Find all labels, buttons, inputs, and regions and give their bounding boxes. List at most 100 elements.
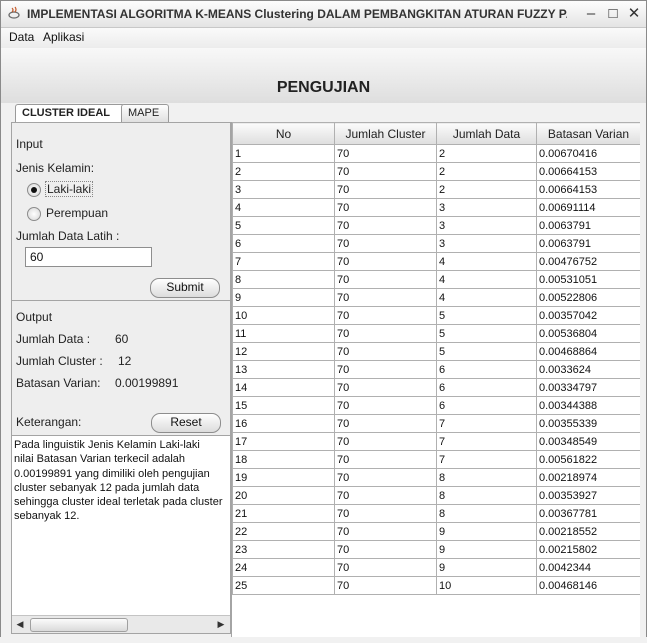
table-cell[interactable]: 16: [232, 414, 335, 433]
table-cell[interactable]: 0.00355339: [536, 414, 640, 433]
table-row[interactable]: 2 70 2 0.00664153: [232, 162, 640, 181]
table-cell[interactable]: 25: [232, 576, 335, 595]
table-row[interactable]: 5 70 3 0.0063791: [232, 216, 640, 235]
table-cell[interactable]: 0.0042344: [536, 558, 640, 577]
radio-laki-laki-label[interactable]: Laki-laki: [44, 181, 94, 197]
table-cell[interactable]: 0.00334797: [536, 378, 640, 397]
table-cell[interactable]: 2: [436, 162, 537, 181]
column-header-no[interactable]: No: [232, 122, 335, 145]
table-cell[interactable]: 70: [334, 576, 437, 595]
table-row[interactable]: 24 70 9 0.0042344: [232, 558, 640, 577]
table-cell[interactable]: 70: [334, 468, 437, 487]
table-cell[interactable]: 70: [334, 540, 437, 559]
table-cell[interactable]: 5: [436, 324, 537, 343]
table-cell[interactable]: 23: [232, 540, 335, 559]
training-data-input[interactable]: 60: [25, 247, 152, 267]
table-cell[interactable]: 8: [232, 270, 335, 289]
table-cell[interactable]: 70: [334, 558, 437, 577]
table-cell[interactable]: 0.00367781: [536, 504, 640, 523]
table-cell[interactable]: 4: [436, 252, 537, 271]
scroll-right-icon[interactable]: ▶: [214, 616, 228, 633]
table-cell[interactable]: 10: [436, 576, 537, 595]
table-cell[interactable]: 70: [334, 270, 437, 289]
table-row[interactable]: 19 70 8 0.00218974: [232, 468, 640, 487]
table-cell[interactable]: 8: [436, 504, 537, 523]
table-cell[interactable]: 5: [232, 216, 335, 235]
table-cell[interactable]: 0.00348549: [536, 432, 640, 451]
table-cell[interactable]: 9: [436, 540, 537, 559]
table-cell[interactable]: 14: [232, 378, 335, 397]
table-cell[interactable]: 0.00468864: [536, 342, 640, 361]
table-row[interactable]: 17 70 7 0.00348549: [232, 432, 640, 451]
table-cell[interactable]: 9: [436, 522, 537, 541]
table-cell[interactable]: 0.0063791: [536, 234, 640, 253]
table-cell[interactable]: 7: [232, 252, 335, 271]
table-cell[interactable]: 22: [232, 522, 335, 541]
column-header-jumlah-data[interactable]: Jumlah Data: [436, 122, 537, 145]
table-cell[interactable]: 0.00218552: [536, 522, 640, 541]
table-cell[interactable]: 20: [232, 486, 335, 505]
tab-cluster-ideal[interactable]: CLUSTER IDEAL: [15, 104, 125, 123]
table-row[interactable]: 21 70 8 0.00367781: [232, 504, 640, 523]
table-row[interactable]: 23 70 9 0.00215802: [232, 540, 640, 559]
table-cell[interactable]: 2: [436, 144, 537, 163]
keterangan-textarea[interactable]: Pada linguistik Jenis Kelamin Laki-laki …: [12, 435, 230, 616]
table-cell[interactable]: 7: [436, 432, 537, 451]
table-cell[interactable]: 4: [436, 288, 537, 307]
table-cell[interactable]: 0.00664153: [536, 180, 640, 199]
table-row[interactable]: 9 70 4 0.00522806: [232, 288, 640, 307]
table-cell[interactable]: 6: [436, 360, 537, 379]
table-cell[interactable]: 7: [436, 450, 537, 469]
table-cell[interactable]: 0.00531051: [536, 270, 640, 289]
table-row[interactable]: 4 70 3 0.00691114: [232, 198, 640, 217]
table-cell[interactable]: 6: [436, 396, 537, 415]
table-cell[interactable]: 17: [232, 432, 335, 451]
table-cell[interactable]: 70: [334, 288, 437, 307]
table-row[interactable]: 13 70 6 0.0033624: [232, 360, 640, 379]
table-cell[interactable]: 70: [334, 198, 437, 217]
table-cell[interactable]: 6: [436, 378, 537, 397]
table-cell[interactable]: 0.00468146: [536, 576, 640, 595]
table-cell[interactable]: 0.00664153: [536, 162, 640, 181]
table-cell[interactable]: 2: [436, 180, 537, 199]
table-cell[interactable]: 3: [232, 180, 335, 199]
table-cell[interactable]: 70: [334, 216, 437, 235]
table-cell[interactable]: 70: [334, 450, 437, 469]
table-cell[interactable]: 0.00522806: [536, 288, 640, 307]
column-header-batasan-varian[interactable]: Batasan Varian: [536, 122, 640, 145]
table-row[interactable]: 18 70 7 0.00561822: [232, 450, 640, 469]
table-cell[interactable]: 70: [334, 162, 437, 181]
table-cell[interactable]: 0.0063791: [536, 216, 640, 235]
table-cell[interactable]: 0.00215802: [536, 540, 640, 559]
table-cell[interactable]: 0.00476752: [536, 252, 640, 271]
table-cell[interactable]: 70: [334, 486, 437, 505]
table-cell[interactable]: 19: [232, 468, 335, 487]
table-row[interactable]: 6 70 3 0.0063791: [232, 234, 640, 253]
table-cell[interactable]: 5: [436, 342, 537, 361]
table-cell[interactable]: 0.00344388: [536, 396, 640, 415]
table-row[interactable]: 8 70 4 0.00531051: [232, 270, 640, 289]
close-button[interactable]: ✕: [624, 4, 644, 24]
table-cell[interactable]: 7: [436, 414, 537, 433]
table-cell[interactable]: 70: [334, 414, 437, 433]
menu-data[interactable]: Data: [9, 30, 34, 44]
table-cell[interactable]: 70: [334, 144, 437, 163]
table-cell[interactable]: 70: [334, 396, 437, 415]
table-row[interactable]: 15 70 6 0.00344388: [232, 396, 640, 415]
table-cell[interactable]: 3: [436, 216, 537, 235]
maximize-button[interactable]: □: [603, 4, 623, 24]
table-cell[interactable]: 70: [334, 360, 437, 379]
table-row[interactable]: 14 70 6 0.00334797: [232, 378, 640, 397]
table-cell[interactable]: 0.00691114: [536, 198, 640, 217]
table-cell[interactable]: 4: [436, 270, 537, 289]
table-cell[interactable]: 24: [232, 558, 335, 577]
table-cell[interactable]: 4: [232, 198, 335, 217]
table-cell[interactable]: 0.00536804: [536, 324, 640, 343]
submit-button[interactable]: Submit: [150, 278, 220, 298]
radio-laki-laki[interactable]: [27, 183, 41, 197]
table-cell[interactable]: 0.00357042: [536, 306, 640, 325]
scrollbar-thumb[interactable]: [30, 618, 128, 632]
table-cell[interactable]: 8: [436, 468, 537, 487]
table-cell[interactable]: 12: [232, 342, 335, 361]
table-cell[interactable]: 70: [334, 522, 437, 541]
